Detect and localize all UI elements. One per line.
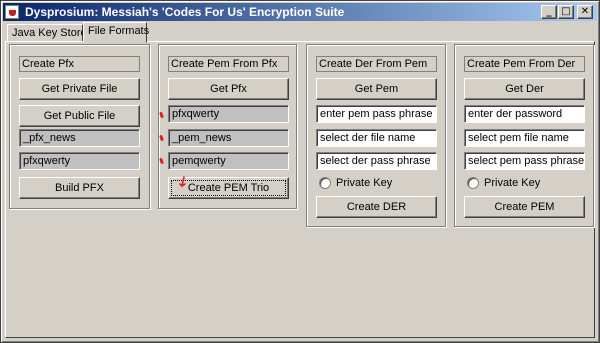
panel-header-create-pfx: Create Pfx [19, 56, 140, 72]
panel-header-create-pem-from-der: Create Pem From Der [464, 56, 585, 72]
title-bar[interactable]: Dysprosium: Messiah's 'Codes For Us' Enc… [3, 3, 597, 21]
window-title: Dysprosium: Messiah's 'Codes For Us' Enc… [25, 5, 345, 19]
radio-button-icon[interactable] [319, 177, 331, 189]
create-der-button[interactable]: Create DER [316, 196, 437, 218]
pem-pass-phrase-input[interactable]: select pem pass phrase [464, 152, 585, 170]
build-pfx-button[interactable]: Build PFX [19, 177, 140, 199]
get-pfx-button[interactable]: Get Pfx [168, 78, 289, 100]
pfx-password-field[interactable]: pfxqwerty [168, 105, 289, 123]
der-password-input[interactable]: enter der password [464, 105, 585, 123]
der-pass-phrase-input[interactable]: select der pass phrase [316, 152, 437, 170]
pem-file-name-input[interactable]: select pem file name [464, 129, 585, 147]
tab-file-formats[interactable]: File Formats [83, 22, 149, 43]
get-pem-button[interactable]: Get Pem [316, 78, 437, 100]
tab-java-key-store[interactable]: Java Key Store [7, 24, 87, 42]
maximize-button[interactable]: □ [558, 5, 574, 19]
pem-pass-phrase-input[interactable]: enter pem pass phrase [316, 105, 437, 123]
pem-password-field[interactable]: pemqwerty [168, 152, 289, 170]
panel-create-pfx: Create Pfx Get Private File Get Public F… [9, 44, 150, 209]
private-key-label: Private Key [484, 177, 541, 189]
java-cup-icon [5, 5, 19, 19]
create-pem-button[interactable]: Create PEM [464, 196, 585, 218]
pfx-password-field[interactable]: pfxqwerty [19, 152, 140, 170]
panel-create-pem-from-der: Create Pem From Der Get Der enter der pa… [454, 44, 594, 227]
private-key-radio[interactable]: Private Key [467, 176, 567, 190]
minimize-button[interactable]: _ [541, 5, 557, 19]
panel-create-der-from-pem: Create Der From Pem Get Pem enter pem pa… [306, 44, 446, 227]
der-file-name-input[interactable]: select der file name [316, 129, 437, 147]
radio-button-icon[interactable] [467, 177, 479, 189]
get-public-file-button[interactable]: Get Public File [19, 105, 140, 127]
private-key-label: Private Key [336, 177, 393, 189]
panel-header-create-pem-from-pfx: Create Pem From Pfx [168, 56, 289, 72]
pem-name-field[interactable]: _pem_news [168, 129, 289, 147]
annotation-arrow-icon [179, 176, 186, 188]
pfx-name-field[interactable]: _pfx_news [19, 129, 140, 147]
private-key-radio[interactable]: Private Key [319, 176, 419, 190]
close-button[interactable]: ✕ [577, 5, 593, 19]
get-private-file-button[interactable]: Get Private File [19, 78, 140, 100]
app-window: Dysprosium: Messiah's 'Codes For Us' Enc… [0, 0, 600, 343]
get-der-button[interactable]: Get Der [464, 78, 585, 100]
panel-header-create-der-from-pem: Create Der From Pem [316, 56, 437, 72]
